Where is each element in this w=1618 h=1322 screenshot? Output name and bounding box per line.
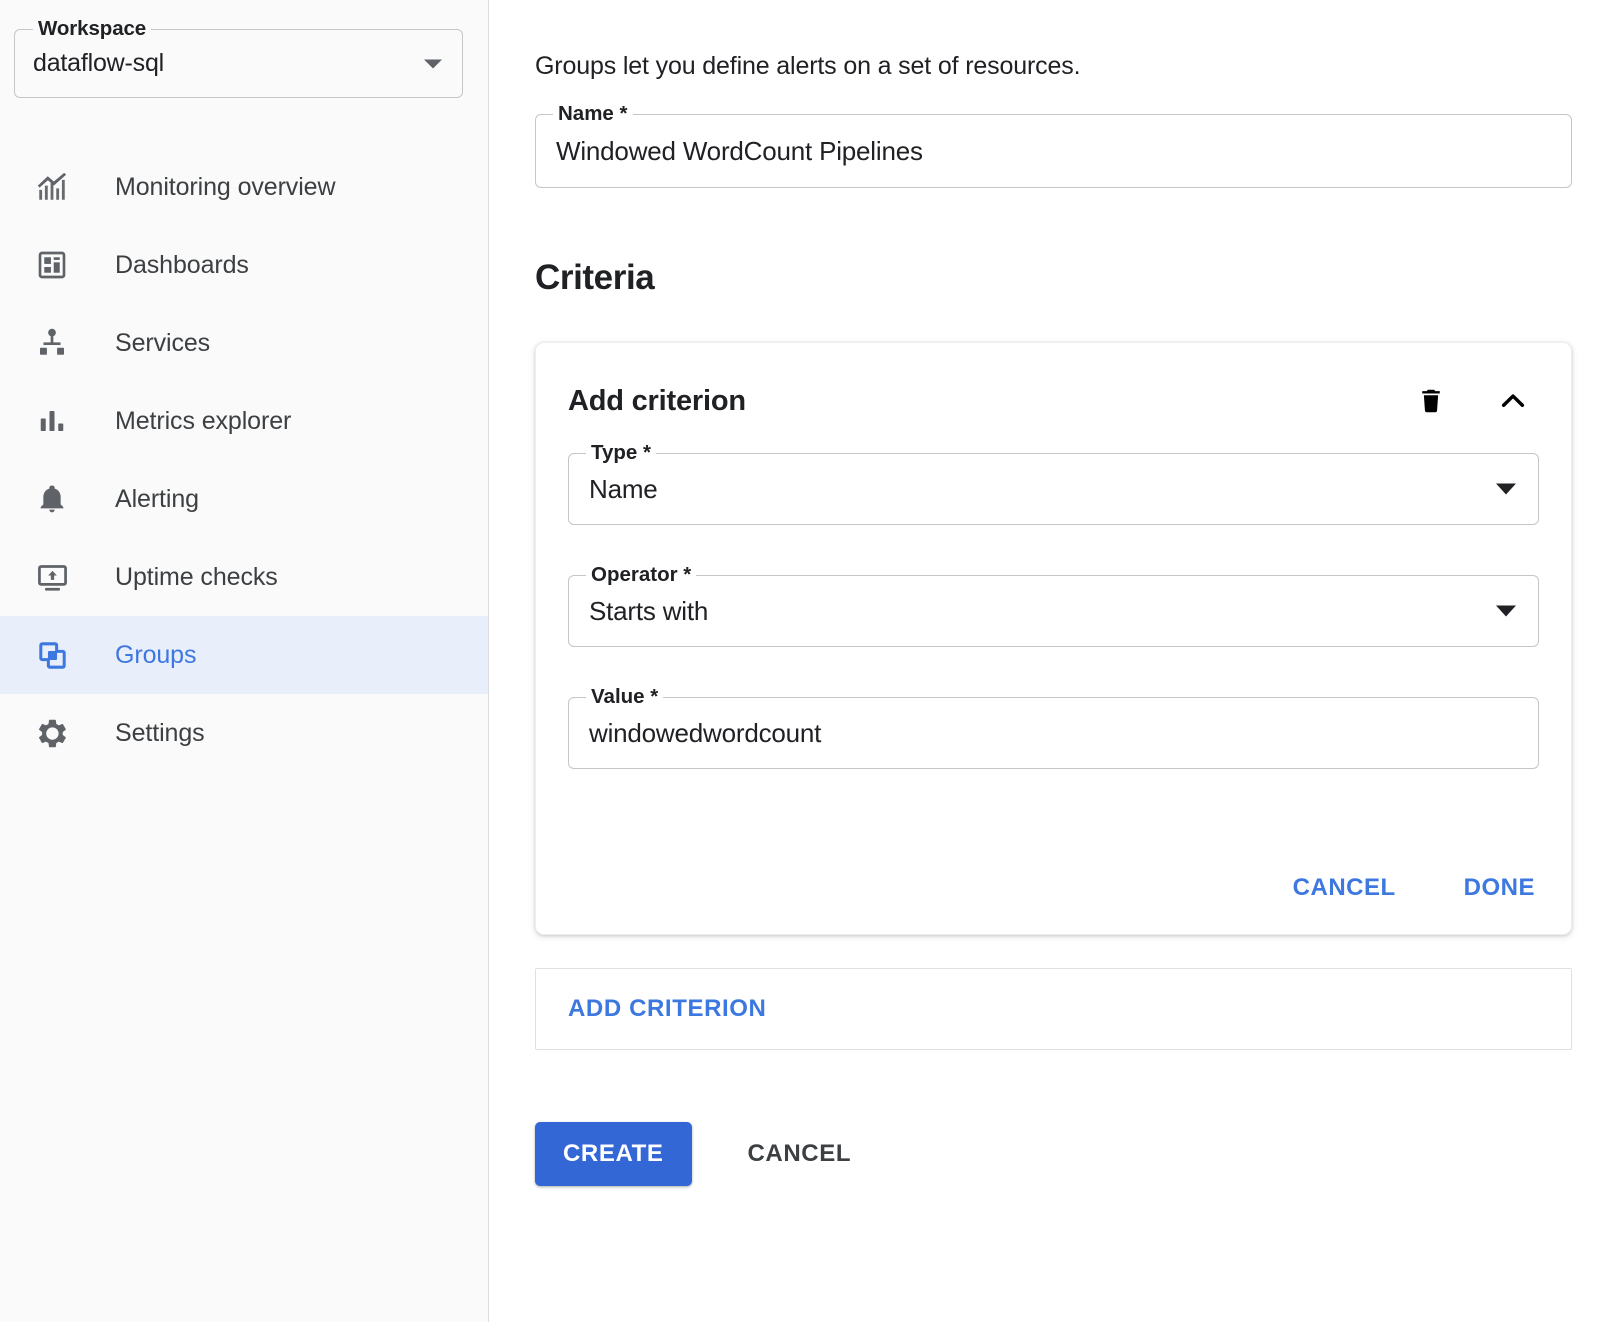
add-criterion-button[interactable]: ADD CRITERION: [568, 995, 766, 1023]
criterion-type-select[interactable]: Type * Name: [568, 453, 1539, 525]
criterion-operator-label: Operator *: [586, 563, 696, 587]
sidebar-item-label: Services: [115, 329, 210, 358]
services-hierarchy-icon: [34, 325, 70, 361]
criterion-cancel-button[interactable]: CANCEL: [1289, 866, 1400, 910]
chevron-down-icon: [424, 59, 442, 68]
sidebar-item-label: Settings: [115, 719, 205, 748]
sidebar-item-alerting[interactable]: Alerting: [0, 460, 488, 538]
chart-line-icon: [34, 169, 70, 205]
criterion-value-input[interactable]: Value * windowedwordcount: [568, 697, 1539, 769]
cancel-button[interactable]: CANCEL: [736, 1122, 864, 1186]
sidebar-item-settings[interactable]: Settings: [0, 694, 488, 772]
sidebar-item-label: Groups: [115, 641, 196, 670]
workspace-value: dataflow-sql: [33, 49, 164, 78]
add-criterion-card-actions: CANCEL DONE: [1289, 866, 1539, 910]
sidebar-item-dashboards[interactable]: Dashboards: [0, 226, 488, 304]
trash-icon[interactable]: [1407, 377, 1455, 425]
chevron-down-icon: [1496, 484, 1516, 495]
workspace-select-field[interactable]: Workspace dataflow-sql: [14, 29, 463, 98]
criterion-operator-value: Starts with: [589, 596, 708, 627]
add-criterion-row[interactable]: ADD CRITERION: [535, 968, 1572, 1050]
group-name-field[interactable]: Name * Windowed WordCount Pipelines: [535, 114, 1572, 188]
sidebar-item-label: Dashboards: [115, 251, 249, 280]
criterion-value-label: Value *: [586, 685, 663, 709]
form-actions: CREATE CANCEL: [535, 1122, 1618, 1186]
dashboard-grid-icon: [34, 247, 70, 283]
criterion-done-button[interactable]: DONE: [1460, 866, 1539, 910]
sidebar-item-services[interactable]: Services: [0, 304, 488, 382]
app-root: Workspace dataflow-sql Monitoring overvi…: [0, 0, 1618, 1322]
criterion-operator-select[interactable]: Operator * Starts with: [568, 575, 1539, 647]
criterion-type-label: Type *: [586, 441, 656, 465]
add-criterion-card: Add criterion Type * Name: [535, 342, 1572, 935]
main-content: Groups let you define alerts on a set of…: [489, 0, 1618, 1322]
group-name-value: Windowed WordCount Pipelines: [556, 136, 923, 167]
group-name-label: Name *: [553, 102, 633, 126]
sidebar-nav: Monitoring overview Dashboards: [0, 148, 488, 772]
spacer: [568, 647, 1539, 697]
sidebar-item-label: Monitoring overview: [115, 173, 335, 202]
spacer: [568, 525, 1539, 575]
add-criterion-card-header: Add criterion: [568, 343, 1539, 453]
intro-text: Groups let you define alerts on a set of…: [535, 52, 1618, 81]
gear-icon: [34, 715, 70, 751]
workspace-label: Workspace: [33, 17, 151, 41]
sidebar-item-groups[interactable]: Groups: [0, 616, 488, 694]
sidebar-item-metrics-explorer[interactable]: Metrics explorer: [0, 382, 488, 460]
chevron-up-icon[interactable]: [1489, 377, 1537, 425]
sidebar-item-uptime-checks[interactable]: Uptime checks: [0, 538, 488, 616]
add-criterion-title: Add criterion: [568, 385, 1407, 418]
group-name-field-wrapper[interactable]: Name * Windowed WordCount Pipelines: [535, 114, 1572, 188]
sidebar-item-monitoring-overview[interactable]: Monitoring overview: [0, 148, 488, 226]
sidebar-item-label: Alerting: [115, 485, 199, 514]
bar-chart-icon: [34, 403, 70, 439]
create-button[interactable]: CREATE: [535, 1122, 692, 1186]
criterion-type-value: Name: [589, 474, 658, 505]
criteria-heading: Criteria: [535, 258, 1618, 298]
chevron-down-icon: [1496, 606, 1516, 617]
sidebar-item-label: Uptime checks: [115, 563, 278, 592]
sidebar: Workspace dataflow-sql Monitoring overvi…: [0, 0, 489, 1322]
criterion-value-text: windowedwordcount: [589, 718, 821, 749]
workspace-selector[interactable]: Workspace dataflow-sql: [14, 29, 463, 98]
sidebar-item-label: Metrics explorer: [115, 407, 291, 436]
bell-icon: [34, 481, 70, 517]
monitor-upload-icon: [34, 559, 70, 595]
groups-squares-icon: [34, 637, 70, 673]
